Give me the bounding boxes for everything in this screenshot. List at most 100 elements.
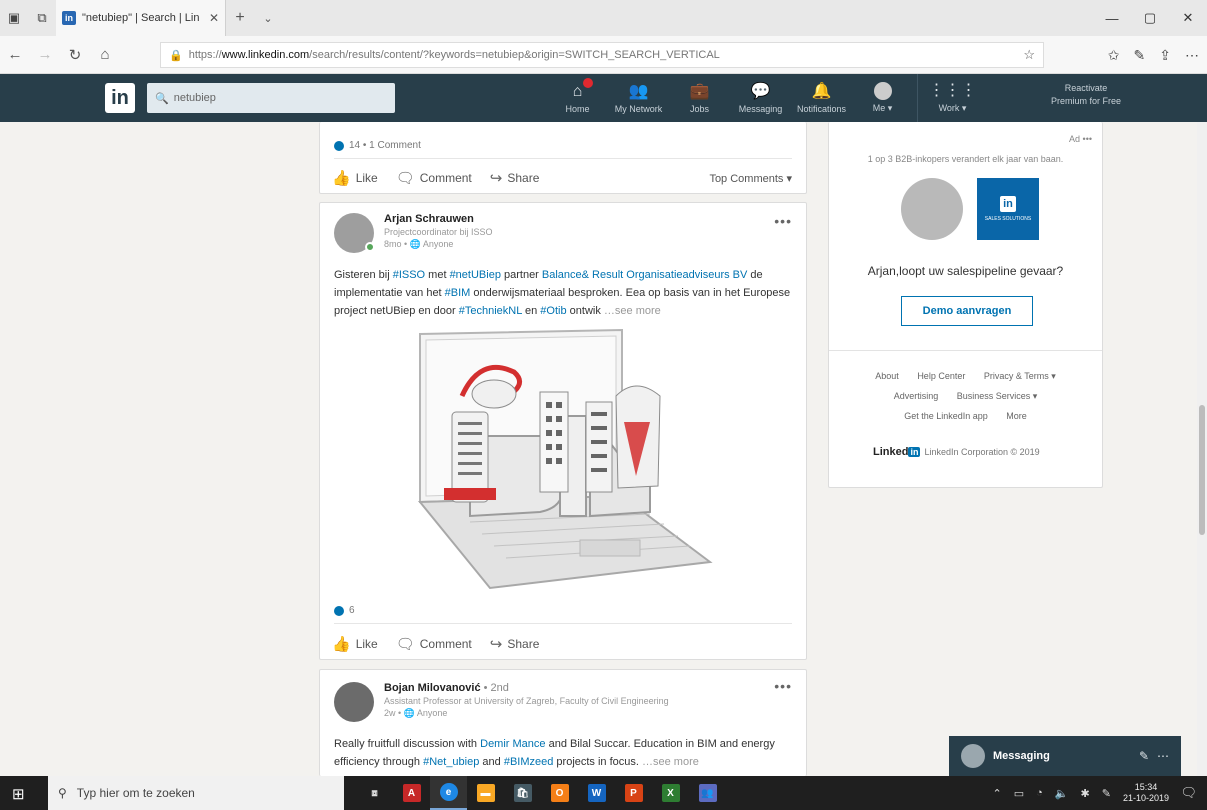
ad-label: Ad •••: [1069, 134, 1092, 144]
file-explorer-app-icon[interactable]: ▬: [467, 776, 504, 810]
search-icon: ⚲: [58, 786, 67, 800]
browser-tab[interactable]: in "netubiep" | Search | Lin ✕: [56, 0, 226, 36]
system-tray: ⌃ ▭ ◔ 🔈 ✱ ✎ 15:34 21-10-2019: [993, 776, 1169, 810]
share-button[interactable]: ↪ Share: [490, 635, 540, 653]
share-button[interactable]: ↪ Share: [490, 169, 540, 187]
forward-icon[interactable]: →: [30, 46, 60, 63]
ad-menu-icon[interactable]: •••: [1083, 134, 1092, 144]
hashtag-link[interactable]: #netUBiep: [450, 269, 501, 281]
comment-button[interactable]: 🗨 Comment: [396, 635, 472, 653]
compose-icon[interactable]: ✎: [1139, 749, 1149, 763]
footer-link-more[interactable]: More: [1006, 411, 1027, 421]
like-button[interactable]: 👍 Like: [332, 169, 378, 187]
ad-title: Arjan,loopt uw salespipeline gevaar?: [867, 264, 1064, 278]
close-tab-icon[interactable]: ✕: [209, 11, 219, 25]
share-browser-icon[interactable]: ⇪: [1159, 47, 1171, 64]
close-window-icon[interactable]: ✕: [1169, 0, 1207, 36]
post-menu-icon[interactable]: •••: [774, 678, 792, 694]
taskbar-search-input[interactable]: ⚲ Typ hier om te zoeken: [48, 776, 344, 810]
footer-link-app[interactable]: Get the LinkedIn app: [904, 411, 988, 421]
person-link[interactable]: Demir Mance: [480, 738, 545, 750]
favorites-icon[interactable]: ✩: [1108, 47, 1120, 64]
nav-me[interactable]: Me ▾: [852, 74, 913, 122]
pen-icon[interactable]: ✎: [1134, 47, 1146, 64]
footer-link-privacy[interactable]: Privacy & Terms ▾: [984, 371, 1056, 381]
taskbar-clock[interactable]: 15:34 21-10-2019: [1123, 782, 1169, 804]
nav-my-network[interactable]: 👥 My Network: [608, 74, 669, 122]
edge-app-icon[interactable]: e: [430, 776, 467, 810]
nav-jobs[interactable]: 💼 Jobs: [669, 74, 730, 122]
primary-nav: ⌂ Home 👥 My Network 💼 Jobs 💬 Messaging 🔔…: [547, 74, 983, 122]
outlook-app-icon[interactable]: O: [541, 776, 578, 810]
search-input[interactable]: 🔍 netubiep: [147, 83, 395, 113]
top-comments-dropdown[interactable]: Top Comments ▾: [709, 172, 792, 185]
hashtag-link[interactable]: #BIMzeed: [504, 756, 554, 768]
demo-request-button[interactable]: Demo aanvragen: [901, 296, 1033, 326]
footer-link-advertising[interactable]: Advertising: [894, 391, 939, 401]
app-tray-icon[interactable]: ✱: [1081, 787, 1090, 800]
author-name[interactable]: Arjan Schrauwen: [384, 213, 493, 225]
tab-manager-icon[interactable]: ▣: [0, 0, 28, 36]
thumbs-up-icon: 👍: [332, 170, 351, 187]
avatar[interactable]: [334, 682, 374, 722]
windows-start-icon[interactable]: ⊞: [12, 785, 25, 803]
social-counts[interactable]: 14 • 1 Comment: [334, 140, 421, 151]
action-center-icon[interactable]: 🗨: [1180, 785, 1197, 801]
nav-messaging[interactable]: 💬 Messaging: [730, 74, 791, 122]
excel-app-icon[interactable]: X: [652, 776, 689, 810]
home-browser-icon[interactable]: ⌂: [90, 46, 120, 63]
footer-link-business[interactable]: Business Services ▾: [957, 391, 1038, 401]
footer-link-help[interactable]: Help Center: [917, 371, 965, 381]
minimize-icon[interactable]: —: [1093, 0, 1131, 36]
post-actions: 👍 Like 🗨 Comment ↪ Share: [332, 169, 539, 187]
people-app-icon[interactable]: 👥: [689, 776, 726, 810]
avatar[interactable]: [334, 213, 375, 253]
hashtag-link[interactable]: #TechniekNL: [459, 305, 522, 317]
author-name[interactable]: Bojan Milovanović • 2nd: [384, 682, 669, 694]
see-more-link[interactable]: …see more: [639, 756, 699, 768]
browser-toolbar: ✩ ✎ ⇪ ⋯: [1108, 36, 1199, 74]
refresh-icon[interactable]: ↻: [60, 46, 90, 64]
company-link[interactable]: Balance& Result Organisatieadviseurs BV: [542, 269, 747, 281]
social-counts[interactable]: 6: [334, 605, 355, 616]
powerpoint-app-icon[interactable]: P: [615, 776, 652, 810]
network-tray-icon[interactable]: ◔: [1036, 787, 1043, 799]
maximize-icon[interactable]: ▢: [1131, 0, 1169, 36]
see-more-link[interactable]: …see more: [601, 305, 661, 317]
store-app-icon[interactable]: 🛍: [504, 776, 541, 810]
nav-work[interactable]: ⋮⋮⋮ Work ▾: [922, 74, 983, 122]
word-app-icon[interactable]: W: [578, 776, 615, 810]
task-view-icon[interactable]: ⧈: [356, 776, 393, 810]
url-field[interactable]: 🔒 https://www.linkedin.com/search/result…: [160, 42, 1044, 68]
author-headline: Projectcoordinator bij ISSO: [384, 227, 493, 237]
hashtag-link[interactable]: #Otib: [540, 305, 566, 317]
bim-laptop-image[interactable]: [410, 326, 718, 596]
back-icon[interactable]: ←: [0, 46, 30, 63]
premium-link[interactable]: Reactivate Premium for Free: [1040, 82, 1132, 108]
pen-tray-icon[interactable]: ✎: [1102, 787, 1111, 800]
sidebar-ad-card: Ad ••• 1 op 3 B2B-inkopers verandert elk…: [828, 122, 1103, 488]
linkedin-logo[interactable]: in: [105, 83, 135, 113]
favorite-star-icon[interactable]: ☆: [1023, 47, 1035, 63]
messaging-more-icon[interactable]: ⋯: [1157, 749, 1169, 763]
hashtag-link[interactable]: #Net_ubiep: [423, 756, 479, 768]
messaging-bar[interactable]: Messaging ✎ ⋯: [949, 736, 1181, 776]
battery-icon[interactable]: ▭: [1014, 787, 1024, 800]
tab-preview-icon[interactable]: ⧉: [28, 0, 56, 36]
hashtag-link[interactable]: #ISSO: [393, 269, 425, 281]
page-scrollbar-thumb[interactable]: [1199, 405, 1205, 535]
footer-link-about[interactable]: About: [875, 371, 899, 381]
post-actions: 👍 Like 🗨 Comment ↪ Share: [332, 635, 539, 653]
new-tab-icon[interactable]: +: [226, 9, 254, 27]
comment-button[interactable]: 🗨 Comment: [396, 169, 472, 187]
tab-list-chevron-icon[interactable]: ⌄: [254, 12, 282, 25]
more-browser-icon[interactable]: ⋯: [1185, 47, 1199, 64]
nav-home[interactable]: ⌂ Home: [547, 74, 608, 122]
hashtag-link[interactable]: #BIM: [445, 287, 471, 299]
acrobat-app-icon[interactable]: A: [393, 776, 430, 810]
nav-notifications[interactable]: 🔔 Notifications: [791, 74, 852, 122]
volume-icon[interactable]: 🔈: [1055, 787, 1069, 800]
post-menu-icon[interactable]: •••: [774, 213, 792, 229]
tray-chevron-icon[interactable]: ⌃: [993, 787, 1002, 800]
like-button[interactable]: 👍 Like: [332, 635, 378, 653]
